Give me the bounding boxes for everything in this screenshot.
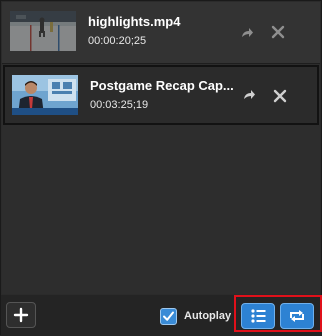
item-title: Postgame Recap Cap... — [90, 78, 234, 93]
playlist-item[interactable]: Postgame Recap Cap... 00:03:25;19 — [3, 65, 319, 125]
playlist-mode-button[interactable] — [241, 303, 275, 329]
hockey-rink-thumbnail — [10, 11, 76, 51]
list-icon — [251, 309, 266, 323]
item-duration: 00:03:25;19 — [90, 99, 149, 111]
share-arrow-icon[interactable] — [242, 88, 256, 102]
playlist-panel: highlights.mp4 00:00:20;25 Postgame Reca… — [0, 0, 322, 336]
item-title: highlights.mp4 — [88, 14, 181, 29]
autoplay-label: Autoplay — [184, 310, 232, 322]
close-icon[interactable] — [273, 89, 287, 103]
add-item-button[interactable] — [6, 302, 36, 328]
playlist-item[interactable]: highlights.mp4 00:00:20;25 — [2, 2, 320, 64]
loop-button[interactable] — [280, 303, 314, 329]
plus-icon — [13, 307, 29, 323]
close-icon[interactable] — [271, 25, 285, 39]
checkmark-icon — [163, 311, 174, 321]
playlist: highlights.mp4 00:00:20;25 Postgame Reca… — [2, 2, 320, 294]
loop-icon — [290, 310, 304, 322]
playlist-toolbar: Autoplay — [1, 295, 322, 336]
news-anchor-thumbnail — [12, 75, 78, 115]
item-duration: 00:00:20;25 — [88, 35, 147, 47]
share-arrow-icon[interactable] — [240, 26, 254, 40]
autoplay-checkbox[interactable] — [160, 308, 177, 325]
